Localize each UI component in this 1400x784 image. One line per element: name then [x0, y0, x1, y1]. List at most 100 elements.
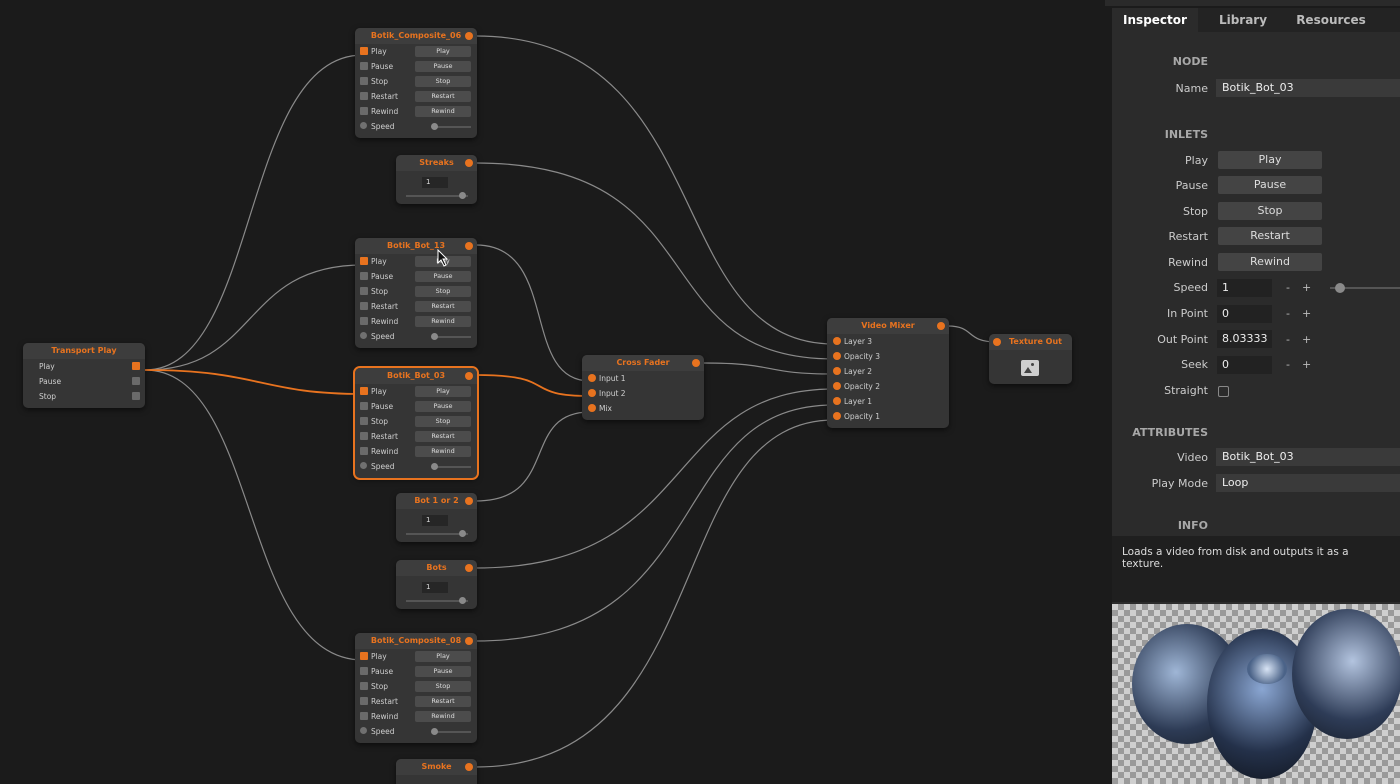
- inlet-pin[interactable]: [588, 389, 596, 397]
- inlet-pin[interactable]: [360, 92, 368, 100]
- speed-slider-track[interactable]: [435, 731, 471, 733]
- in-point-field[interactable]: 0: [1217, 305, 1272, 323]
- node-header[interactable]: Video Mixer: [827, 318, 949, 334]
- out-point-decrement-button[interactable]: -: [1286, 333, 1290, 346]
- output-port[interactable]: [465, 763, 473, 771]
- inlet-pin[interactable]: [360, 667, 368, 675]
- pause-button[interactable]: Pause: [415, 61, 471, 72]
- value-field[interactable]: 1: [422, 582, 448, 593]
- inlet-pin[interactable]: [833, 382, 841, 390]
- pause-button[interactable]: Pause: [415, 401, 471, 412]
- inlet-pin[interactable]: [360, 272, 368, 280]
- output-port[interactable]: [937, 322, 945, 330]
- node-botik-composite-06[interactable]: Botik_Composite_06 Play Play Pause Pause S…: [355, 28, 477, 138]
- in-point-decrement-button[interactable]: -: [1286, 307, 1290, 320]
- output-port[interactable]: [465, 32, 473, 40]
- outlet-pin[interactable]: [132, 392, 140, 400]
- speed-slider-handle[interactable]: [1335, 283, 1345, 293]
- value-slider-handle[interactable]: [459, 530, 466, 537]
- name-field[interactable]: Botik_Bot_03: [1216, 79, 1400, 97]
- inlet-pin[interactable]: [360, 727, 367, 734]
- seek-decrement-button[interactable]: -: [1286, 358, 1290, 371]
- inlet-pin[interactable]: [588, 404, 596, 412]
- inlet-pin[interactable]: [360, 712, 368, 720]
- rewind-button[interactable]: Rewind: [415, 316, 471, 327]
- output-port[interactable]: [465, 497, 473, 505]
- inlet-pin[interactable]: [360, 107, 368, 115]
- outlet-pin[interactable]: [132, 377, 140, 385]
- node-header[interactable]: Botik_Bot_13: [355, 238, 477, 254]
- restart-button[interactable]: Restart: [415, 696, 471, 707]
- restart-button[interactable]: Restart: [415, 431, 471, 442]
- pause-button[interactable]: Pause: [1218, 176, 1322, 194]
- node-graph-canvas[interactable]: Botik_Composite_06 Play Play Pause Pause S…: [0, 0, 1105, 784]
- output-port[interactable]: [465, 372, 473, 380]
- pause-button[interactable]: Pause: [415, 271, 471, 282]
- speed-field[interactable]: 1: [1217, 279, 1272, 297]
- rewind-button[interactable]: Rewind: [1218, 253, 1322, 271]
- speed-slider-handle[interactable]: [431, 123, 438, 130]
- speed-slider-handle[interactable]: [431, 728, 438, 735]
- tab-inspector[interactable]: Inspector: [1112, 8, 1198, 32]
- stop-button[interactable]: Stop: [415, 286, 471, 297]
- restart-button[interactable]: Restart: [415, 91, 471, 102]
- out-point-increment-button[interactable]: +: [1302, 333, 1311, 346]
- inlet-pin[interactable]: [360, 432, 368, 440]
- node-botik-bot-13[interactable]: Botik_Bot_13 PlayPlay PausePause StopSto…: [355, 238, 477, 348]
- outlet-pin[interactable]: [132, 362, 140, 370]
- speed-decrement-button[interactable]: -: [1286, 281, 1290, 294]
- restart-button[interactable]: Restart: [1218, 227, 1322, 245]
- output-port[interactable]: [465, 564, 473, 572]
- inlet-pin[interactable]: [360, 697, 368, 705]
- inlet-pin[interactable]: [360, 332, 367, 339]
- node-header[interactable]: Cross Fader: [582, 355, 704, 371]
- stop-button[interactable]: Stop: [1218, 202, 1322, 220]
- play-button[interactable]: Play: [415, 46, 471, 57]
- restart-button[interactable]: Restart: [415, 301, 471, 312]
- node-smoke[interactable]: Smoke: [396, 759, 477, 784]
- tab-resources[interactable]: Resources: [1288, 8, 1374, 32]
- rewind-button[interactable]: Rewind: [415, 106, 471, 117]
- inlet-pin[interactable]: [360, 462, 367, 469]
- node-header[interactable]: Texture Out: [989, 334, 1072, 350]
- node-cross-fader[interactable]: Cross Fader Input 1 Input 2 Mix: [582, 355, 704, 420]
- inlet-pin[interactable]: [833, 352, 841, 360]
- in-point-increment-button[interactable]: +: [1302, 307, 1311, 320]
- node-header[interactable]: Botik_Bot_03: [355, 368, 477, 384]
- node-streaks[interactable]: Streaks 1: [396, 155, 477, 204]
- node-bots[interactable]: Bots 1: [396, 560, 477, 609]
- rewind-button[interactable]: Rewind: [415, 711, 471, 722]
- tab-library[interactable]: Library: [1200, 8, 1286, 32]
- inlet-pin[interactable]: [360, 302, 368, 310]
- inlet-pin[interactable]: [360, 62, 368, 70]
- inlet-pin[interactable]: [588, 374, 596, 382]
- inlet-pin[interactable]: [360, 447, 368, 455]
- node-bot-1-or-2[interactable]: Bot 1 or 2 1: [396, 493, 477, 542]
- node-header[interactable]: Transport Play: [23, 343, 145, 359]
- node-botik-composite-08[interactable]: Botik_Composite_08 Play Play Pause Pause S…: [355, 633, 477, 743]
- node-transport-play[interactable]: Transport Play Play Pause Stop: [23, 343, 145, 408]
- node-header[interactable]: Bots: [396, 560, 477, 576]
- output-port[interactable]: [465, 159, 473, 167]
- speed-slider-handle[interactable]: [431, 463, 438, 470]
- inlet-pin[interactable]: [833, 412, 841, 420]
- node-video-mixer[interactable]: Video Mixer Layer 3 Opacity 3 Layer 2 Op…: [827, 318, 949, 428]
- node-header[interactable]: Botik_Composite_08: [355, 633, 477, 649]
- stop-button[interactable]: Stop: [415, 681, 471, 692]
- node-header[interactable]: Botik_Composite_06: [355, 28, 477, 44]
- value-field[interactable]: 1: [422, 177, 448, 188]
- node-botik-bot-03[interactable]: Botik_Bot_03 Play Play Pause Pause Stop Sto…: [353, 366, 479, 480]
- inlet-pin[interactable]: [360, 652, 368, 660]
- play-button[interactable]: Play: [415, 386, 471, 397]
- stop-button[interactable]: Stop: [415, 416, 471, 427]
- inlet-pin[interactable]: [360, 387, 368, 395]
- inlet-pin[interactable]: [833, 337, 841, 345]
- video-field[interactable]: Botik_Bot_03: [1216, 448, 1400, 466]
- node-texture-out[interactable]: Texture Out: [989, 334, 1072, 384]
- play-button[interactable]: Play: [415, 651, 471, 662]
- inlet-pin[interactable]: [360, 257, 368, 265]
- inlet-pin[interactable]: [993, 338, 1001, 346]
- seek-increment-button[interactable]: +: [1302, 358, 1311, 371]
- speed-slider-track[interactable]: [435, 466, 471, 468]
- play-button[interactable]: Play: [1218, 151, 1322, 169]
